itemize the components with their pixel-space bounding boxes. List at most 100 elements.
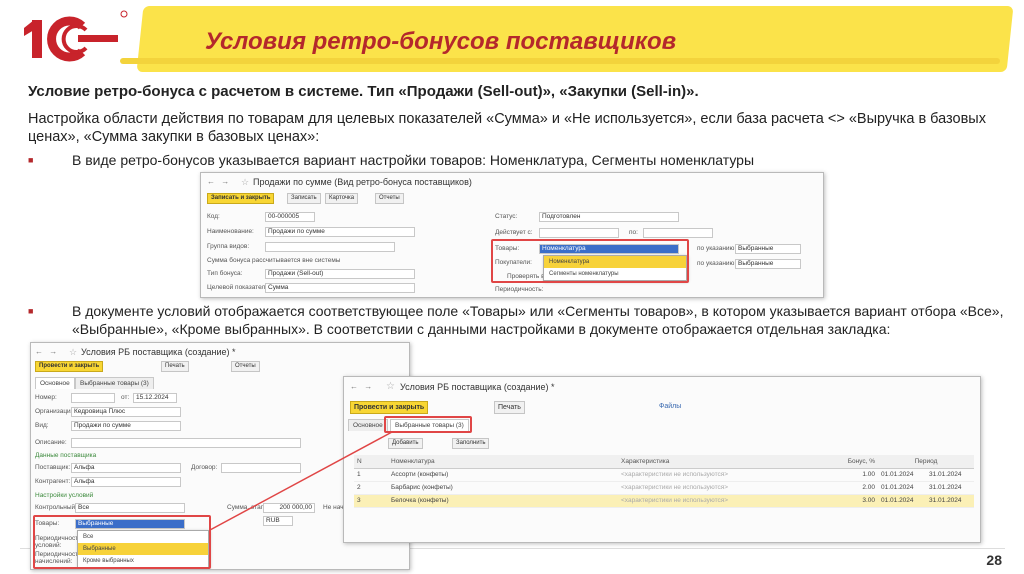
sum-field[interactable]: 200 000,00 [263,503,315,513]
nav-arrows-icon[interactable]: ← → [35,347,59,356]
description-field[interactable] [71,438,301,448]
number-label: Номер: [35,394,57,401]
header-underline [120,58,1000,64]
cell-date-to[interactable]: 31.01.2024 [926,494,974,508]
intro-paragraph: Настройка области действия по товарам дл… [28,111,986,145]
post-close-button[interactable]: Провести и закрыть [35,361,104,372]
tab-main[interactable]: Основное [35,377,75,389]
cell-char[interactable]: <характеристики не используются> [618,468,838,482]
kind-field[interactable]: Продажи по сумме [71,421,181,431]
conditions-window-selected-goods: ← → ☆ Условия РБ поставщика (создание) *… [343,376,981,543]
status-label: Статус: [495,213,518,220]
valid-to-label: по: [629,229,638,236]
checkbox-outside-label[interactable]: Сумма бонуса рассчитывается вне системы [207,257,340,264]
save-button[interactable]: Записать [287,193,321,204]
bonus-type-label: Тип бонуса: [207,270,243,277]
valid-from-field[interactable] [539,228,619,238]
star-icon[interactable]: ☆ [69,347,77,358]
supplier-label: Поставщик: [35,464,71,471]
highlight-frame [491,239,689,283]
window-title: Условия РБ поставщика (создание) * [81,347,236,357]
cell-date-to[interactable]: 31.01.2024 [926,481,974,495]
star-icon[interactable]: ☆ [386,381,395,392]
bullet-text-2: В документе условий отображается соответ… [72,303,1004,337]
cell-bonus[interactable]: 1.00 [838,468,878,482]
nav-arrows-icon[interactable]: ← → [207,177,231,186]
table-row[interactable]: 3 Белочка (конфеты) <характеристики не и… [354,494,974,508]
date-field[interactable]: 15.12.2024 [133,393,177,403]
buyers-selection-field[interactable]: Выбранные [735,259,801,269]
window-title: Продажи по сумме (Вид ретро-бонуса поста… [253,177,472,187]
contract-field[interactable] [221,463,301,473]
target-field[interactable]: Сумма [265,283,415,293]
name-field[interactable]: Продажи по сумме [265,227,415,237]
org-field[interactable]: Кедровица Плюс [71,407,181,417]
bonus-type-field[interactable]: Продажи (Sell-out) [265,269,415,279]
number-field[interactable] [71,393,115,403]
col-n[interactable]: N [354,455,388,469]
by-indication-label: по указанию: [697,245,737,252]
reports-button[interactable]: Отчеты [231,361,260,372]
cell-n: 1 [354,468,388,482]
bullet-marker: ■ [28,306,34,316]
supplier-field[interactable]: Альфа [71,463,181,473]
star-icon[interactable]: ☆ [241,177,249,188]
cell-n: 2 [354,481,388,495]
cell-item[interactable]: Барбарис (конфеты) [388,481,618,495]
tab-main[interactable]: Основное [348,419,388,431]
card-button[interactable]: Карточка [325,193,359,204]
group-field[interactable] [265,242,395,252]
add-button[interactable]: Добавить [388,438,423,449]
status-field[interactable]: Подготовлен [539,212,679,222]
counterparty-label: Контрагент: [35,478,71,485]
valid-to-field[interactable] [643,228,713,238]
reports-button[interactable]: Отчеты [375,193,404,204]
nav-arrows-icon[interactable]: ← → [350,382,374,391]
cell-date-from[interactable]: 01.01.2024 [878,468,926,482]
table-row[interactable]: 2 Барбарис (конфеты) <характеристики не … [354,481,974,495]
counterparty-field[interactable]: Альфа [71,477,181,487]
cell-date-from[interactable]: 01.01.2024 [878,494,926,508]
kind-label: Вид: [35,422,49,429]
name-label: Наименование: [207,228,254,235]
post-close-button[interactable]: Провести и закрыть [350,401,429,414]
col-item[interactable]: Номенклатура [388,455,618,469]
description-label: Описание: [35,439,67,446]
contract-label: Договор: [191,464,218,471]
cell-char[interactable]: <характеристики не используются> [618,481,838,495]
print-button[interactable]: Печать [494,401,525,414]
fill-button[interactable]: Заполнить [452,438,490,449]
section-subtitle: Условие ретро-бонуса с расчетом в систем… [28,83,699,100]
col-char[interactable]: Характеристика [618,455,838,469]
valid-from-label: Действует с: [495,229,533,236]
code-label: Код: [207,213,220,220]
code-field[interactable]: 00-000005 [265,212,315,222]
cell-date-from[interactable]: 01.01.2024 [878,481,926,495]
goods-selection-field[interactable]: Выбранные [735,244,801,254]
target-element-field[interactable]: Все [75,503,185,513]
save-close-button[interactable]: Записать и закрыть [207,193,275,204]
currency-field[interactable]: RUB [263,516,293,526]
bonus-type-window: ← → ☆ Продажи по сумме (Вид ретро-бонуса… [200,172,824,298]
sum-label: Сумма, этап: [227,504,267,511]
col-period[interactable]: Период [878,455,974,469]
cell-bonus[interactable]: 3.00 [838,494,878,508]
cell-char[interactable]: <характеристики не используются> [618,494,838,508]
cell-bonus[interactable]: 2.00 [838,481,878,495]
conditions-section-title: Настройки условий [35,492,94,499]
col-bonus[interactable]: Бонус, % [838,455,878,469]
print-button[interactable]: Печать [161,361,189,372]
page-number: 28 [986,552,1002,568]
date-label: от: [121,394,130,401]
cell-item[interactable]: Белочка (конфеты) [388,494,618,508]
files-link[interactable]: Файлы [656,401,684,414]
tab-selected-goods[interactable]: Выбранные товары (3) [75,377,154,389]
cell-date-to[interactable]: 31.01.2024 [926,468,974,482]
page-title: Условия ретро-бонусов поставщиков [205,28,677,55]
target-label: Целевой показатель: [207,284,271,291]
1c-logo-icon [24,10,128,62]
table-row[interactable]: 1 Ассорти (конфеты) <характеристики не и… [354,468,974,482]
periodicity-label: Периодичность: [495,286,544,293]
table-header: N Номенклатура Характеристика Бонус, % П… [354,455,974,469]
cell-item[interactable]: Ассорти (конфеты) [388,468,618,482]
